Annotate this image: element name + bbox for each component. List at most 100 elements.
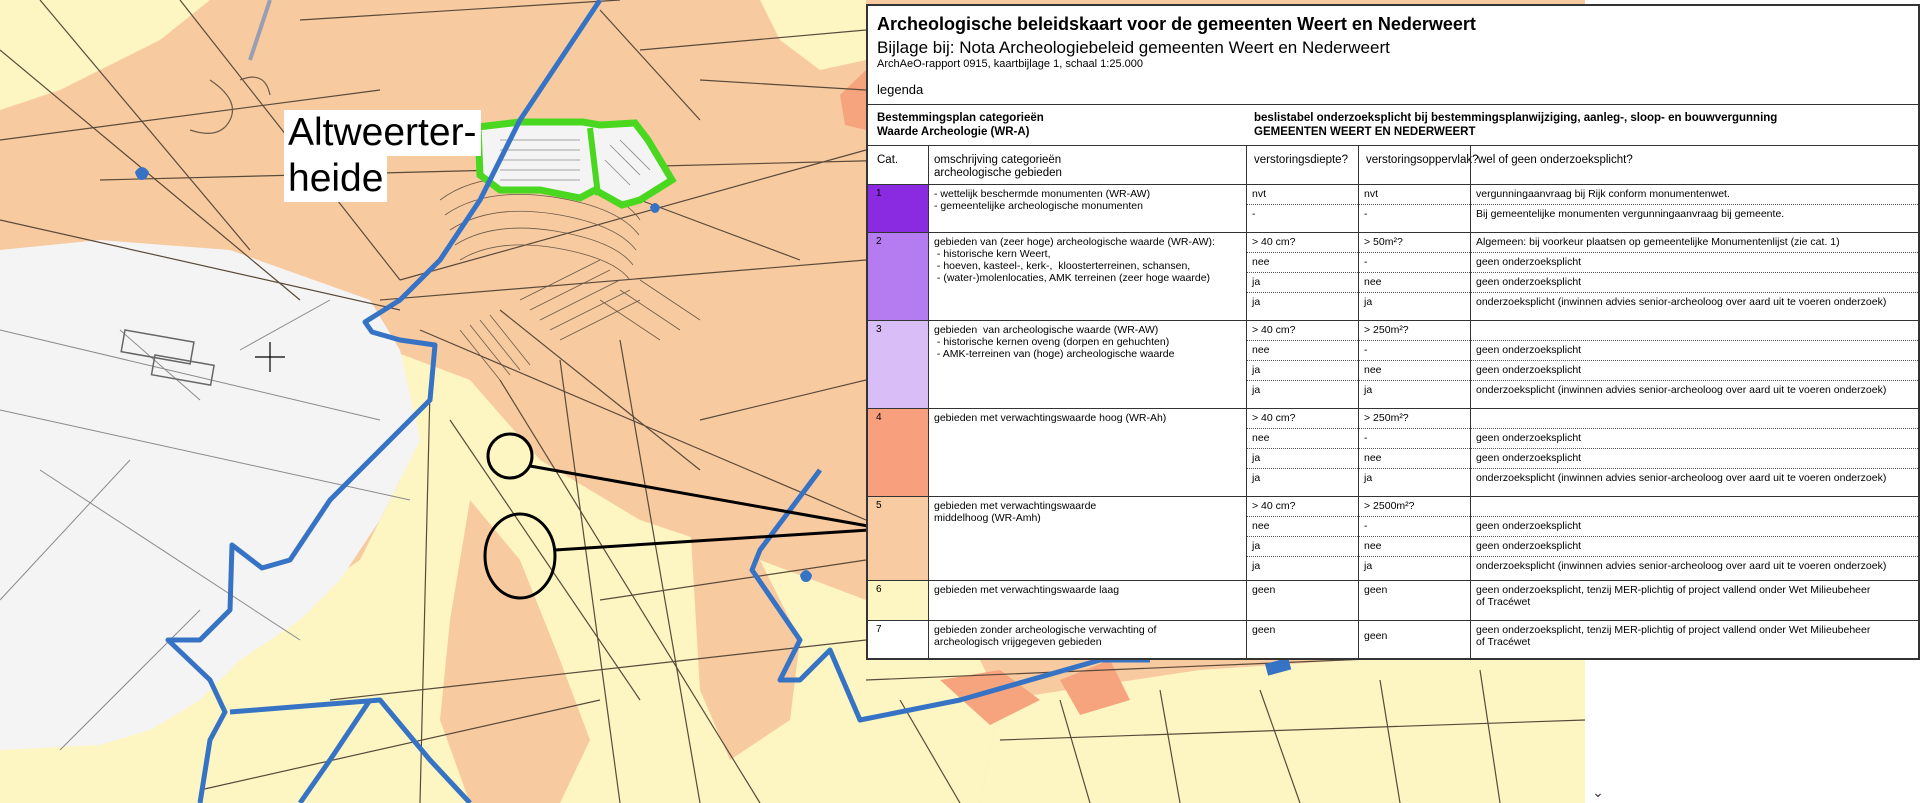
depth-value: ja: [1252, 296, 1261, 308]
header-left-1: Bestemmingsplan categorieën: [877, 112, 1044, 124]
obligation-value: geen onderzoeksplicht: [1476, 364, 1582, 376]
legend-table: Bestemmingsplan categorieën Waarde Arche…: [868, 104, 1918, 658]
divider: [868, 232, 1918, 233]
area-value: > 250m²?: [1364, 324, 1409, 336]
category-number: 2: [876, 236, 882, 247]
legend-report: ArchAeO-rapport 0915, kaartbijlage 1, sc…: [877, 58, 1143, 70]
row-divider: [1246, 204, 1918, 205]
header-right-1: beslistabel onderzoeksplicht bij bestemm…: [1254, 112, 1778, 124]
depth-value: -: [1252, 208, 1256, 220]
col-depth: verstoringsdiepte?: [1254, 154, 1348, 166]
depth-value: ja: [1252, 364, 1261, 376]
obligation-value: geen onderzoeksplicht: [1476, 540, 1582, 552]
divider: [868, 496, 1918, 497]
header-right-2: GEMEENTEN WEERT EN NEDERWEERT: [1254, 126, 1476, 138]
row-divider: [1246, 252, 1918, 253]
area-value: geen: [1364, 630, 1388, 642]
area-value: nee: [1364, 364, 1382, 376]
depth-value: nee: [1252, 344, 1270, 356]
category-number: 6: [876, 584, 882, 595]
area-value: > 250m²?: [1364, 412, 1409, 424]
obligation-value: geen onderzoeksplicht: [1476, 432, 1582, 444]
area-value: nee: [1364, 452, 1382, 464]
depth-value: nee: [1252, 432, 1270, 444]
depth-value: ja: [1252, 452, 1261, 464]
legend-title: Archeologische beleidskaart voor de geme…: [877, 14, 1476, 34]
depth-value: > 40 cm?: [1252, 500, 1296, 512]
place-label-line-2: heide: [284, 156, 388, 202]
obligation-value: geen onderzoeksplicht: [1476, 276, 1582, 288]
depth-value: nee: [1252, 256, 1270, 268]
place-label-line-1: Altweerter-: [284, 110, 481, 156]
category-number: 4: [876, 412, 882, 423]
legend-subtitle: Bijlage bij: Nota Archeologiebeleid geme…: [877, 38, 1390, 57]
area-value: ja: [1364, 384, 1373, 396]
column-divider: [1246, 145, 1247, 658]
area-value: ja: [1364, 472, 1373, 484]
area-value: nee: [1364, 276, 1382, 288]
divider: [868, 104, 1918, 105]
col-obligation: wel of geen onderzoeksplicht?: [1478, 154, 1633, 166]
column-divider: [1470, 145, 1471, 658]
depth-value: ja: [1252, 276, 1261, 288]
divider: [868, 320, 1918, 321]
category-description: gebieden met verwachtingswaarde hoog (WR…: [934, 412, 1167, 424]
place-label: Altweerter- heide: [284, 110, 481, 202]
depth-value: nvt: [1252, 188, 1267, 200]
row-divider: [1246, 516, 1918, 517]
col-area: verstoringsoppervlak?: [1366, 154, 1479, 166]
depth-value: geen: [1252, 624, 1276, 636]
row-divider: [1246, 428, 1918, 429]
category-number: 1: [876, 188, 882, 199]
obligation-value: geen onderzoeksplicht: [1476, 452, 1582, 464]
column-divider: [928, 145, 929, 658]
highlight-green-area: [474, 118, 677, 209]
obligation-value: geen onderzoeksplicht: [1476, 520, 1582, 532]
divider: [868, 620, 1918, 621]
area-value: -: [1364, 432, 1368, 444]
row-divider: [1246, 536, 1918, 537]
category-description: gebieden van archeologische waarde (WR-A…: [934, 324, 1175, 360]
col-desc-1: omschrijving categorieën: [934, 154, 1062, 166]
scroll-down-icon[interactable]: ⌄: [1588, 785, 1608, 801]
category-description: gebieden met verwachtingswaarde middelho…: [934, 500, 1097, 524]
obligation-value: onderzoeksplicht (inwinnen advies senior…: [1476, 472, 1887, 484]
row-divider: [1246, 448, 1918, 449]
category-description: gebieden met verwachtingswaarde laag: [934, 584, 1120, 596]
obligation-value: onderzoeksplicht (inwinnen advies senior…: [1476, 296, 1887, 308]
area-value: ja: [1364, 296, 1373, 308]
depth-value: nee: [1252, 520, 1270, 532]
legend-label: legenda: [877, 82, 924, 97]
category-description: gebieden zonder archeologische verwachti…: [934, 624, 1157, 648]
depth-value: geen: [1252, 584, 1276, 596]
depth-value: ja: [1252, 560, 1261, 572]
col-desc-2: archeologische gebieden: [934, 167, 1062, 179]
obligation-value: geen onderzoeksplicht: [1476, 256, 1582, 268]
area-value: -: [1364, 256, 1368, 268]
category-number: 3: [876, 324, 882, 335]
header-left-2: Waarde Archeologie (WR-A): [877, 126, 1030, 138]
depth-value: > 40 cm?: [1252, 412, 1296, 424]
obligation-value: onderzoeksplicht (inwinnen advies senior…: [1476, 384, 1887, 396]
legend-panel: Archeologische beleidskaart voor de geme…: [866, 4, 1920, 660]
area-value: geen: [1364, 584, 1388, 596]
area-value: ja: [1364, 560, 1373, 572]
depth-value: ja: [1252, 472, 1261, 484]
area-value: > 2500m²?: [1364, 500, 1415, 512]
col-cat: Cat.: [877, 154, 899, 166]
obligation-value: geen onderzoeksplicht, tenzij MER-plicht…: [1476, 584, 1871, 608]
category-number: 5: [876, 500, 882, 511]
obligation-value: geen onderzoeksplicht, tenzij MER-plicht…: [1476, 624, 1871, 648]
obligation-value: onderzoeksplicht (inwinnen advies senior…: [1476, 560, 1887, 572]
category-number: 7: [876, 624, 882, 635]
depth-value: ja: [1252, 384, 1261, 396]
area-value: -: [1364, 520, 1368, 532]
obligation-value: Bij gemeentelijke monumenten vergunninga…: [1476, 208, 1785, 220]
obligation-value: geen onderzoeksplicht: [1476, 344, 1582, 356]
row-divider: [1246, 380, 1918, 381]
divider: [868, 145, 1918, 146]
obligation-value: Algemeen: bij voorkeur plaatsen op gemee…: [1476, 236, 1840, 248]
depth-value: > 40 cm?: [1252, 236, 1296, 248]
area-value: -: [1364, 208, 1368, 220]
row-divider: [1246, 556, 1918, 557]
